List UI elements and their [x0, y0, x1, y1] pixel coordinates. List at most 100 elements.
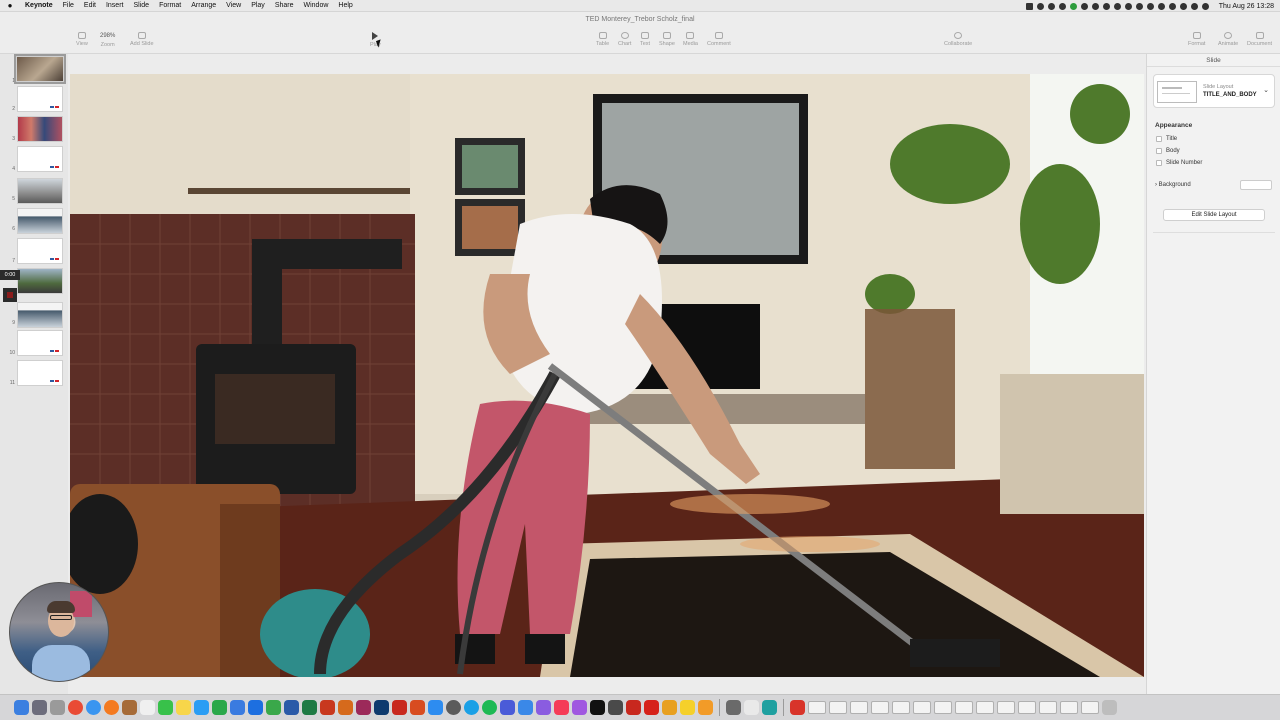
- minimized-window[interactable]: [1060, 701, 1078, 714]
- slide-thumbnail-4[interactable]: [17, 146, 63, 172]
- preview-icon[interactable]: [698, 700, 713, 715]
- minimized-window[interactable]: [934, 701, 952, 714]
- signal-icon[interactable]: [536, 700, 551, 715]
- dictionary-icon[interactable]: [626, 700, 641, 715]
- minimized-window[interactable]: [997, 701, 1015, 714]
- document-button[interactable]: Document: [1247, 32, 1272, 47]
- background-disclosure[interactable]: › Background: [1155, 182, 1191, 188]
- stickies-icon[interactable]: [176, 700, 191, 715]
- add-slide-button[interactable]: Add Slide: [130, 32, 154, 47]
- slide-thumbnail-9[interactable]: [17, 302, 63, 328]
- excel-icon[interactable]: [302, 700, 317, 715]
- chart-button[interactable]: Chart: [618, 32, 631, 47]
- slide-thumbnail-10[interactable]: [17, 330, 63, 356]
- apple-menu-icon[interactable]: ●: [0, 1, 20, 10]
- record-status-icon[interactable]: [1069, 2, 1077, 10]
- minimized-window[interactable]: [850, 701, 868, 714]
- tool-status-icon[interactable]: [1036, 2, 1044, 10]
- podcasts-icon[interactable]: [572, 700, 587, 715]
- focus-status-icon[interactable]: [1080, 2, 1088, 10]
- background-color-well[interactable]: [1240, 180, 1272, 190]
- slide-thumbnail-1[interactable]: [14, 54, 66, 84]
- music-icon[interactable]: [554, 700, 569, 715]
- menu-edit[interactable]: Edit: [79, 2, 101, 9]
- skype-icon[interactable]: [464, 700, 479, 715]
- siri-icon[interactable]: [1201, 2, 1209, 10]
- keynote-icon[interactable]: [194, 700, 209, 715]
- slide-layout-selector[interactable]: Slide Layout TITLE_AND_BODY ⌄: [1153, 74, 1275, 108]
- minimized-window[interactable]: [829, 701, 847, 714]
- battery-icon[interactable]: [1146, 2, 1154, 10]
- comment-button[interactable]: Comment: [707, 32, 731, 47]
- zoom-control[interactable]: 298% Zoom: [100, 33, 115, 48]
- minimized-window[interactable]: [871, 701, 889, 714]
- animate-button[interactable]: Animate: [1218, 32, 1238, 47]
- notes-app-icon[interactable]: [122, 700, 137, 715]
- slide-thumbnail-5[interactable]: [17, 178, 63, 204]
- lock-status-icon[interactable]: [1113, 2, 1121, 10]
- safari-icon[interactable]: [86, 700, 101, 715]
- facetime-icon[interactable]: [762, 700, 777, 715]
- stop-recording-button[interactable]: [3, 288, 17, 302]
- slide-thumbnail-11[interactable]: [17, 360, 63, 386]
- minimized-window[interactable]: [1081, 701, 1099, 714]
- calculator-icon[interactable]: [726, 700, 741, 715]
- menu-view[interactable]: View: [221, 2, 246, 9]
- reminders-icon[interactable]: [140, 700, 155, 715]
- photoshop-icon[interactable]: [374, 700, 389, 715]
- pdf-document-icon[interactable]: [790, 700, 805, 715]
- messages-icon[interactable]: [158, 700, 173, 715]
- minimized-window[interactable]: [976, 701, 994, 714]
- menu-file[interactable]: File: [58, 2, 79, 9]
- teams-icon[interactable]: [500, 700, 515, 715]
- menu-share[interactable]: Share: [270, 2, 299, 9]
- acrobat-icon[interactable]: [392, 700, 407, 715]
- zoom-app-icon[interactable]: [428, 700, 443, 715]
- slide-number-checkbox[interactable]: Slide Number: [1156, 160, 1202, 166]
- camera-status-icon[interactable]: [1025, 2, 1033, 10]
- table-button[interactable]: Table: [596, 32, 609, 47]
- word-icon[interactable]: [284, 700, 299, 715]
- minimized-window[interactable]: [913, 701, 931, 714]
- user-icon[interactable]: [1168, 2, 1176, 10]
- edit-slide-layout-button[interactable]: Edit Slide Layout: [1163, 209, 1265, 221]
- apple-tv-icon[interactable]: [590, 700, 605, 715]
- media-encoder-icon[interactable]: [410, 700, 425, 715]
- slide-thumbnail-8[interactable]: [17, 268, 63, 294]
- format-button[interactable]: Format: [1188, 32, 1205, 47]
- bluetooth-icon[interactable]: [1124, 2, 1132, 10]
- capture-icon[interactable]: [608, 700, 623, 715]
- text-button[interactable]: Text: [640, 32, 650, 47]
- menu-app-name[interactable]: Keynote: [20, 2, 58, 9]
- numbers-icon[interactable]: [212, 700, 227, 715]
- finder-icon[interactable]: [14, 700, 29, 715]
- minimized-window[interactable]: [808, 701, 826, 714]
- sync-status-icon[interactable]: [1047, 2, 1055, 10]
- app-store-icon[interactable]: [248, 700, 263, 715]
- wifi-icon[interactable]: [1157, 2, 1165, 10]
- firefox-icon[interactable]: [104, 700, 119, 715]
- inspector-header[interactable]: Slide: [1147, 54, 1280, 67]
- illustrator-icon[interactable]: [338, 700, 353, 715]
- body-checkbox[interactable]: Body: [1156, 148, 1180, 154]
- view-button[interactable]: View: [76, 32, 88, 47]
- menu-clock[interactable]: Thu Aug 26 13:28: [1219, 3, 1274, 10]
- menu-play[interactable]: Play: [246, 2, 270, 9]
- collaborate-button[interactable]: Collaborate: [944, 32, 972, 47]
- 1password-icon[interactable]: [518, 700, 533, 715]
- github-icon[interactable]: [446, 700, 461, 715]
- sticky-notes-icon[interactable]: [680, 700, 695, 715]
- minimized-window[interactable]: [1039, 701, 1057, 714]
- minimized-window[interactable]: [955, 701, 973, 714]
- slide-photo[interactable]: [70, 74, 1144, 677]
- slide-thumbnail-7[interactable]: [17, 238, 63, 264]
- display-status-icon[interactable]: [1091, 2, 1099, 10]
- launchpad-icon[interactable]: [32, 700, 47, 715]
- slide-thumbnail-6[interactable]: [17, 208, 63, 234]
- gear-status-icon[interactable]: [1102, 2, 1110, 10]
- menu-insert[interactable]: Insert: [101, 2, 129, 9]
- search-icon[interactable]: [1179, 2, 1187, 10]
- textedit-icon[interactable]: [744, 700, 759, 715]
- media-button[interactable]: Media: [683, 32, 698, 47]
- shape-button[interactable]: Shape: [659, 32, 675, 47]
